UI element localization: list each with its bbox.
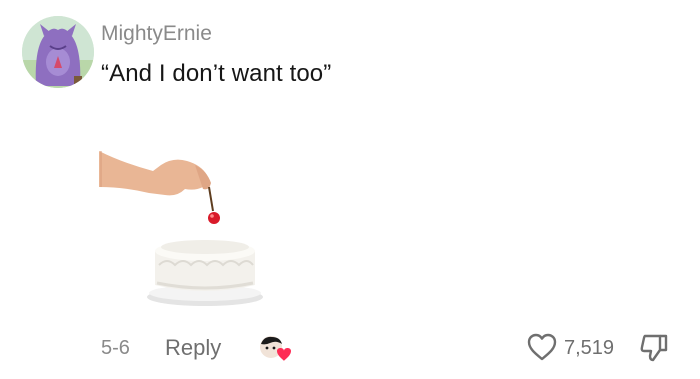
cake-cherry-image [99, 151, 263, 306]
comment-date: 5-6 [101, 337, 130, 359]
heart-outline-icon [527, 333, 557, 361]
reply-button[interactable]: Reply [165, 335, 221, 361]
like-count: 7,519 [564, 337, 615, 359]
comment-text: “And I don’t want too” [101, 60, 332, 87]
thumbs-down-icon [640, 334, 668, 362]
purple-monster-avatar-icon [22, 16, 94, 88]
comment-image-sticker[interactable] [95, 135, 295, 315]
creator-liked-heart-icon [260, 336, 291, 361]
comment-username[interactable]: MightyErnie [101, 22, 212, 46]
creator-liked-badge [258, 334, 294, 364]
like-button[interactable] [526, 332, 558, 362]
user-avatar[interactable] [22, 16, 94, 88]
dislike-button[interactable] [638, 332, 670, 364]
